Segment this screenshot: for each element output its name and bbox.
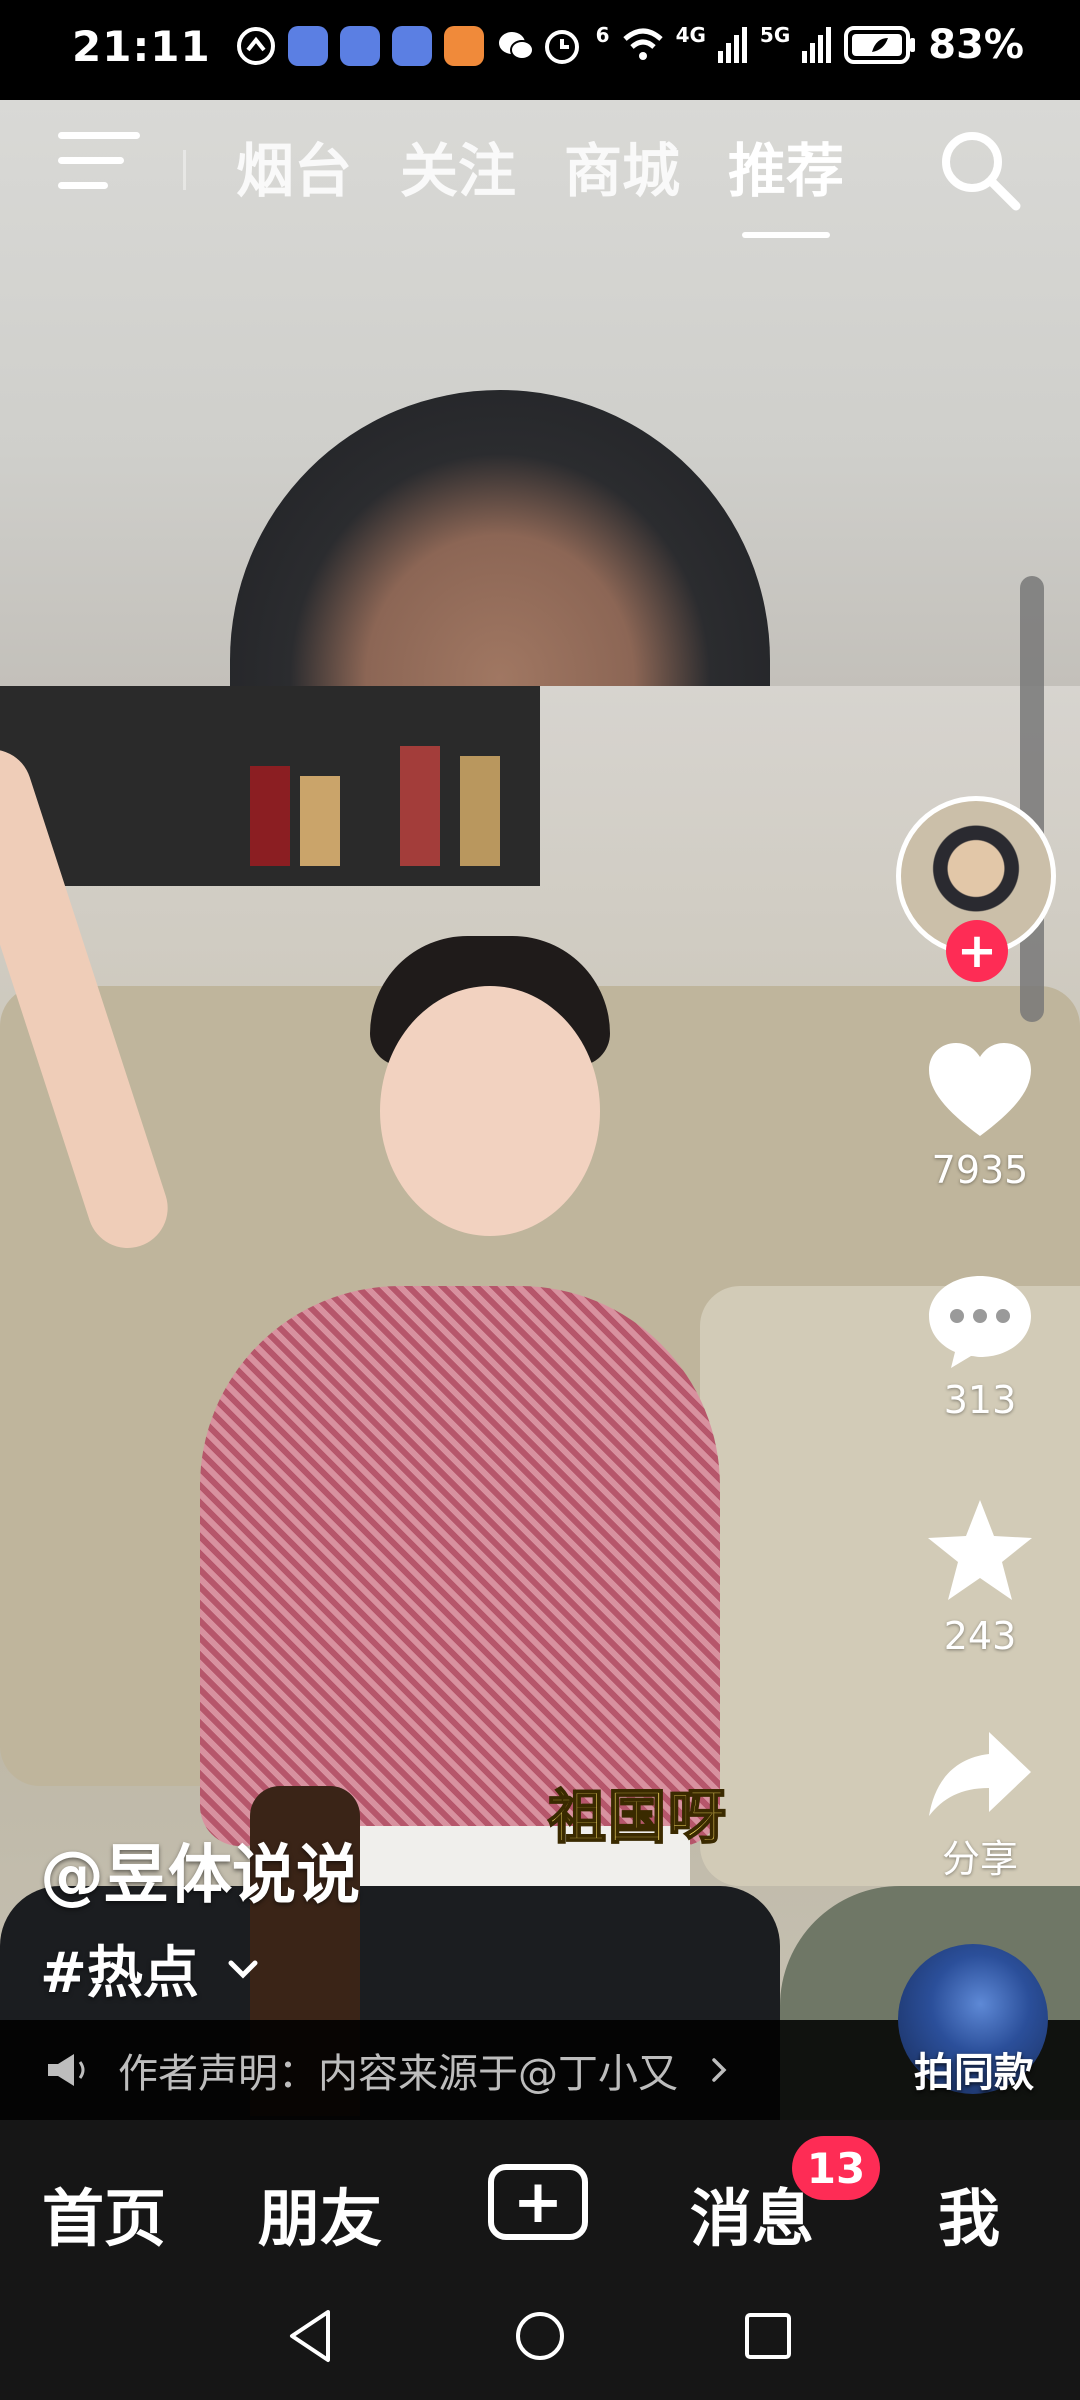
book-image <box>300 776 340 866</box>
tab-local[interactable]: 烟台 <box>236 124 352 208</box>
hashtag-row[interactable]: #热点 <box>40 1928 261 2009</box>
nav-home[interactable]: 首页 <box>42 2168 166 2258</box>
signal-4g-icon <box>717 27 747 63</box>
author-statement-text: 作者声明：内容来源于@丁小又 <box>118 2051 678 2097</box>
scroll-indicator[interactable] <box>1020 576 1044 1022</box>
back-icon[interactable] <box>286 2308 336 2364</box>
tab-following[interactable]: 关注 <box>400 124 516 208</box>
nav-tabs: 烟台 关注 商城 推荐 <box>236 124 844 238</box>
signal-5g-icon <box>802 27 832 63</box>
share-label: 分享 <box>941 1837 1018 1881</box>
browser-notification-icon <box>392 26 432 66</box>
browser-notification-icon <box>288 26 328 66</box>
comment-count: 313 <box>943 1378 1017 1422</box>
video-subtitle: 祖国呀 <box>547 1782 729 1852</box>
chevron-down-icon[interactable] <box>225 1951 261 1987</box>
wifi-icon <box>622 28 663 60</box>
notification-icons <box>236 26 536 66</box>
alarm-icon <box>544 30 579 64</box>
favorite-action[interactable]: 243 <box>890 1496 1070 1658</box>
top-nav: 烟台 关注 商城 推荐 <box>0 100 1080 250</box>
browser-notification-icon <box>340 26 380 66</box>
menu-icon[interactable] <box>58 132 140 202</box>
create-button[interactable]: + <box>488 2164 588 2240</box>
search-icon[interactable] <box>934 124 1024 214</box>
heart-icon <box>929 1043 1031 1136</box>
battery-icon <box>844 26 916 64</box>
status-indicators: 6 4G 5G 83% <box>540 22 1024 68</box>
book-image <box>250 766 290 866</box>
share-action[interactable]: 分享 <box>890 1728 1070 1883</box>
shopping-notification-icon <box>444 26 484 66</box>
girl-dress-image <box>200 1286 720 1846</box>
megaphone-icon <box>48 2054 85 2086</box>
nav-friends[interactable]: 朋友 <box>258 2168 382 2258</box>
make-same-label: 拍同款 <box>914 2050 1034 2096</box>
messages-badge: 13 <box>792 2136 880 2200</box>
comment-action[interactable]: 313 <box>890 1270 1070 1422</box>
like-count: 7935 <box>931 1148 1029 1192</box>
girl-face-image <box>380 986 600 1236</box>
system-nav-bar <box>0 2280 1080 2400</box>
app-notification-icon <box>237 27 275 65</box>
recents-icon[interactable] <box>744 2312 792 2360</box>
like-action[interactable]: 7935 <box>890 1040 1070 1192</box>
signal-5g-label: 5G <box>759 23 791 47</box>
bookshelf-image <box>0 686 540 886</box>
star-icon <box>928 1500 1032 1600</box>
favorite-count: 243 <box>943 1614 1017 1658</box>
share-icon <box>929 1732 1031 1816</box>
chevron-right-icon <box>712 2058 727 2082</box>
bottom-nav: 首页 朋友 + 消息 13 我 <box>0 2120 1080 2280</box>
hashtag[interactable]: #热点 <box>40 1928 199 2009</box>
status-time: 21:11 <box>72 22 211 71</box>
nav-me[interactable]: 我 <box>938 2168 1000 2258</box>
book-image <box>460 756 500 866</box>
tab-mall[interactable]: 商城 <box>564 124 680 208</box>
comment-icon <box>929 1276 1031 1368</box>
follow-button[interactable]: + <box>946 920 1008 982</box>
book-image <box>400 746 440 866</box>
make-same-button[interactable]: 拍同款 <box>898 1944 1048 2096</box>
nav-divider <box>183 150 186 190</box>
signal-4g-label: 4G <box>675 23 706 47</box>
home-icon[interactable] <box>514 2310 566 2362</box>
author-name[interactable]: @昱体说说 <box>40 1824 360 1916</box>
status-bar: 21:11 6 4G 5G 83% <box>0 0 1080 100</box>
tab-recommended[interactable]: 推荐 <box>728 124 844 238</box>
wechat-icon <box>499 32 534 60</box>
wifi-badge: 6 <box>595 23 610 47</box>
battery-percent: 83% <box>928 22 1024 68</box>
